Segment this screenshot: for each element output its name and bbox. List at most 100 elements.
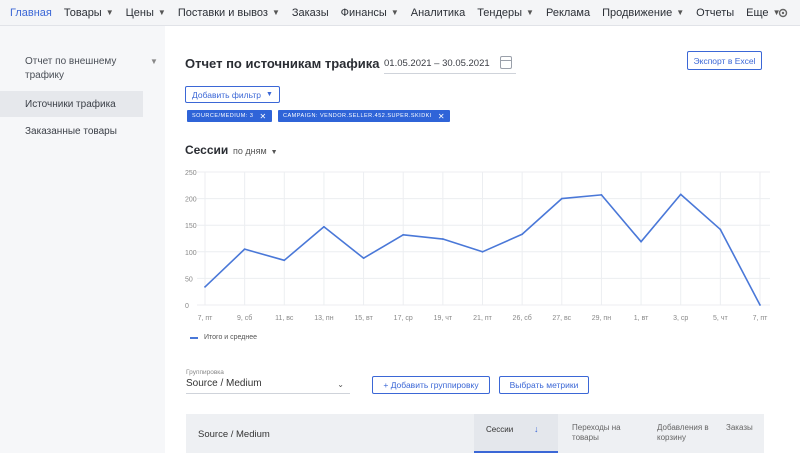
filter-chip-label: SOURCE/MEDIUM: 3 xyxy=(192,113,254,119)
nav-item-8[interactable]: Реклама xyxy=(540,0,596,26)
data-point xyxy=(560,197,563,200)
nav-item-4[interactable]: Заказы xyxy=(286,0,335,26)
nav-item-label: Поставки и вывоз xyxy=(177,6,268,19)
add-filter-label: Добавить фильтр xyxy=(192,89,262,100)
x-tick-label: 11, вс xyxy=(275,315,294,322)
y-tick-label: 250 xyxy=(185,170,197,177)
sidebar-group-traffic-report[interactable]: Отчет по внешнему трафику xyxy=(25,55,135,83)
sidebar: Отчет по внешнему трафику ▼ Источники тр… xyxy=(0,26,165,453)
nav-item-label: Отчеты xyxy=(696,6,735,19)
data-point xyxy=(402,233,405,236)
sidebar-item-traffic-sources[interactable]: Источники трафика xyxy=(0,91,143,117)
chevron-down-icon: ▼ xyxy=(676,8,685,17)
column-header-add-to-cart[interactable]: Добавления в корзину xyxy=(657,423,717,443)
date-range-input[interactable]: 01.05.2021 – 30.05.2021 xyxy=(384,58,490,69)
add-filter-button[interactable]: Добавить фильтр ▼ xyxy=(185,86,280,103)
date-range-underline xyxy=(384,73,516,74)
chevron-down-icon: ⌄ xyxy=(337,380,344,389)
x-tick-label: 17, ср xyxy=(394,315,413,322)
x-tick-label: 29, пн xyxy=(592,315,611,322)
calendar-icon[interactable] xyxy=(500,56,512,69)
chevron-down-icon: ▼ xyxy=(526,8,534,17)
nav-item-label: Главная xyxy=(10,6,52,19)
sidebar-item-label: Заказанные товары xyxy=(25,125,117,137)
nav-item-5[interactable]: Финансы ▼ xyxy=(335,0,405,26)
x-tick-label: 19, чт xyxy=(434,315,453,322)
gear-icon[interactable] xyxy=(774,4,792,22)
nav-item-3[interactable]: Поставки и вывоз ▼ xyxy=(172,0,286,26)
data-point xyxy=(600,193,603,196)
y-tick-label: 150 xyxy=(185,223,197,230)
filter-chip-label: CAMPAIGN: VENDOR.SELLER.452.SUPER.SKIDKI xyxy=(283,113,432,119)
sessions-title: Сессии xyxy=(185,143,229,157)
add-grouping-button[interactable]: + Добавить группировку xyxy=(372,376,490,394)
filter-chip-campaign[interactable]: CAMPAIGN: VENDOR.SELLER.452.SUPER.SKIDKI… xyxy=(278,110,451,122)
period-select[interactable]: по дням ▼ xyxy=(233,146,278,156)
nav-item-7[interactable]: Тендеры ▼ xyxy=(471,0,540,26)
select-metrics-button[interactable]: Выбрать метрики xyxy=(499,376,589,394)
nav-item-label: Заказы xyxy=(291,6,329,19)
data-point xyxy=(640,240,642,243)
chevron-down-icon: ▼ xyxy=(270,149,278,156)
x-tick-label: 9, сб xyxy=(237,314,252,322)
nav-item-6[interactable]: Аналитика xyxy=(405,0,471,26)
y-tick-label: 100 xyxy=(185,250,197,257)
legend-swatch xyxy=(190,336,198,339)
data-point xyxy=(679,193,682,196)
y-tick-label: 0 xyxy=(185,303,189,310)
legend-label: Итого и среднее xyxy=(204,334,258,341)
data-point xyxy=(204,286,206,288)
sort-arrow-icon[interactable]: ↓ xyxy=(534,424,539,434)
nav-item-9[interactable]: Продвижение ▼ xyxy=(596,0,690,26)
period-select-value: по дням xyxy=(233,146,267,156)
close-icon[interactable]: ✕ xyxy=(438,112,445,121)
top-nav: Главная Товары ▼ Цены ▼ Поставки и вывоз ▼ Зака… xyxy=(0,0,800,26)
nav-item-0[interactable]: Главная xyxy=(4,0,58,26)
x-tick-label: 27, вс xyxy=(552,315,571,322)
chevron-down-icon: ▼ xyxy=(105,8,114,17)
chevron-down-icon: ▼ xyxy=(157,8,166,17)
table-header: Source / Medium Сессии ↓ Переходы на тов… xyxy=(186,414,764,453)
grouping-select[interactable]: Source / Medium ⌄ xyxy=(186,378,350,394)
close-icon[interactable]: ✕ xyxy=(259,112,266,121)
nav-item-label: Цены xyxy=(125,6,154,19)
sidebar-item-label: Источники трафика xyxy=(25,98,116,110)
nav-item-2[interactable]: Цены ▼ xyxy=(120,0,172,26)
x-tick-label: 7, пт xyxy=(198,315,214,322)
nav-item-label: Реклама xyxy=(545,6,591,19)
filter-chip-source-medium[interactable]: SOURCE/MEDIUM: 3 ✕ xyxy=(187,110,272,122)
nav-item-label: Финансы xyxy=(340,6,387,19)
sidebar-item-ordered-goods[interactable]: Заказанные товары xyxy=(0,118,143,144)
column-header-orders[interactable]: Заказы xyxy=(726,423,753,433)
export-excel-button[interactable]: Экспорт в Excel xyxy=(687,51,762,70)
chevron-down-icon[interactable]: ▼ xyxy=(150,57,158,66)
y-tick-label: 200 xyxy=(185,197,197,204)
x-tick-label: 1, вт xyxy=(634,315,649,322)
data-point xyxy=(243,248,246,251)
column-header-sessions[interactable]: Сессии xyxy=(486,425,513,435)
column-header-product-clicks[interactable]: Переходы на товары xyxy=(572,423,642,443)
data-point xyxy=(323,225,325,228)
nav-item-10[interactable]: Отчеты xyxy=(690,0,740,26)
x-tick-label: 7, пт xyxy=(753,315,769,322)
chevron-down-icon: ▼ xyxy=(390,8,399,17)
y-tick-label: 50 xyxy=(185,276,193,283)
x-tick-label: 26, сб xyxy=(513,314,532,322)
nav-item-label: Продвижение xyxy=(602,6,673,19)
nav-item-label: Тендеры xyxy=(477,6,523,19)
x-tick-label: 13, пн xyxy=(314,315,333,322)
x-tick-label: 15, вт xyxy=(354,315,373,322)
column-header-source-medium[interactable]: Source / Medium xyxy=(198,430,270,440)
data-point xyxy=(441,238,444,240)
data-point xyxy=(283,259,286,262)
nav-item-label: Товары xyxy=(63,6,102,19)
nav-item-label: Аналитика xyxy=(410,6,466,19)
data-point xyxy=(759,304,761,306)
data-point xyxy=(719,228,722,231)
data-point xyxy=(362,257,365,260)
chevron-down-icon: ▼ xyxy=(266,91,273,98)
x-tick-label: 21, пт xyxy=(473,315,492,322)
chevron-down-icon: ▼ xyxy=(271,8,280,17)
nav-item-1[interactable]: Товары ▼ xyxy=(58,0,120,26)
chart-legend: Итого и среднее xyxy=(190,334,257,341)
